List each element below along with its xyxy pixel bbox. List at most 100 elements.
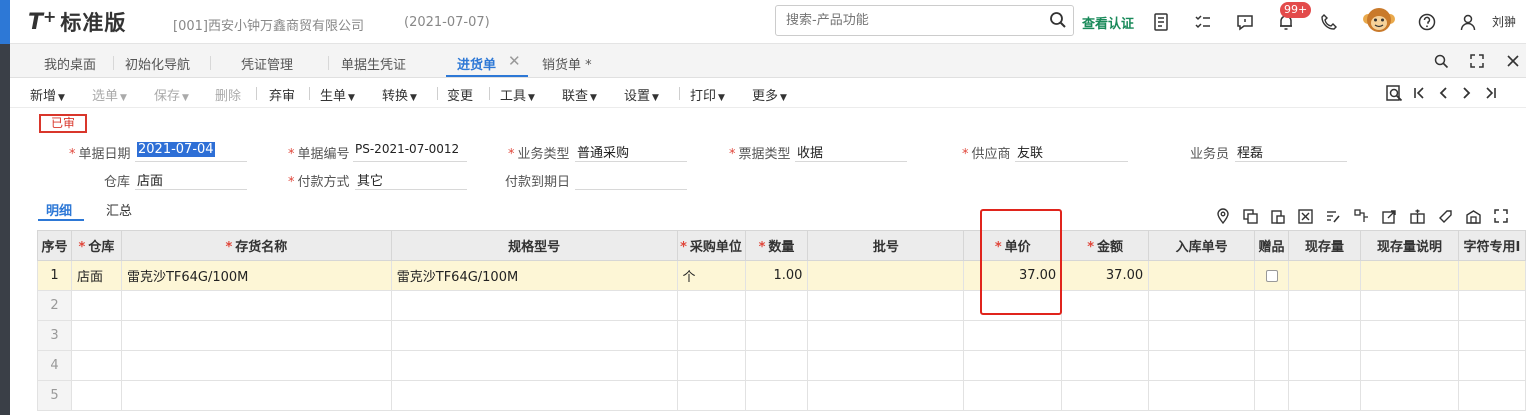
toolbar-generate[interactable]: 生单 ▼ xyxy=(320,85,355,104)
cell-gift[interactable] xyxy=(1254,260,1290,291)
empty-cell[interactable] xyxy=(70,320,122,351)
cell-spec[interactable]: 雷克沙TF64G/100M xyxy=(390,260,678,291)
col-header-unit-price[interactable]: * 单价 xyxy=(963,230,1063,261)
col-header-gift[interactable]: 赠品 xyxy=(1254,230,1290,261)
next-record-icon[interactable] xyxy=(1456,82,1478,104)
tab-desktop[interactable]: 我的桌面 xyxy=(44,54,96,73)
cell-batch[interactable] xyxy=(807,260,965,291)
empty-cell[interactable] xyxy=(1288,290,1361,321)
product-search[interactable] xyxy=(775,5,1074,36)
number-field[interactable]: PS-2021-07-0012 xyxy=(353,142,467,162)
empty-cell[interactable] xyxy=(676,350,746,381)
calculator-icon[interactable] xyxy=(1150,11,1172,33)
tag-icon[interactable] xyxy=(1436,207,1454,225)
expand-icon[interactable] xyxy=(1492,207,1510,225)
task-list-icon[interactable] xyxy=(1192,11,1214,33)
warehouse-field[interactable]: 店面 xyxy=(135,170,247,190)
col-header-custom-char[interactable]: 字符专用Ⅰ xyxy=(1457,230,1526,261)
invoice-type-field[interactable]: 收据 xyxy=(795,142,907,162)
split-icon[interactable] xyxy=(1352,207,1370,225)
empty-cell[interactable] xyxy=(1148,290,1256,321)
clerk-field[interactable]: 程磊 xyxy=(1235,142,1347,162)
close-icon[interactable]: ✕ xyxy=(508,52,521,70)
empty-cell[interactable] xyxy=(676,320,746,351)
empty-cell[interactable] xyxy=(744,320,809,351)
username[interactable]: 刘翀 xyxy=(1492,13,1516,30)
cell-receipt-no[interactable] xyxy=(1148,260,1256,291)
search-input[interactable] xyxy=(776,6,1026,35)
tab-detail[interactable]: 明细 xyxy=(46,200,72,219)
empty-cell[interactable] xyxy=(963,320,1063,351)
empty-cell[interactable] xyxy=(676,380,746,411)
empty-cell[interactable] xyxy=(963,380,1063,411)
last-record-icon[interactable] xyxy=(1480,82,1502,104)
empty-cell[interactable] xyxy=(1148,380,1256,411)
col-header-receipt-no[interactable]: 入库单号 xyxy=(1148,230,1256,261)
paste-row-icon[interactable] xyxy=(1268,207,1286,225)
empty-cell[interactable] xyxy=(676,290,746,321)
cell-unit[interactable]: 个 xyxy=(676,260,746,291)
table-row[interactable]: 2 xyxy=(37,290,1526,321)
toolbar-select-doc[interactable]: 选单 ▼ xyxy=(92,85,127,104)
supplier-field[interactable]: 友联 xyxy=(1015,142,1128,162)
gift-checkbox[interactable] xyxy=(1265,269,1278,282)
close-icon[interactable] xyxy=(1502,50,1524,72)
due-date-field[interactable] xyxy=(575,170,687,190)
empty-cell[interactable] xyxy=(120,350,392,381)
prev-record-icon[interactable] xyxy=(1432,82,1454,104)
empty-cell[interactable] xyxy=(70,350,122,381)
empty-cell[interactable] xyxy=(807,320,965,351)
empty-cell[interactable] xyxy=(390,320,678,351)
location-icon[interactable] xyxy=(1214,207,1232,225)
cell-unit-price[interactable]: 37.00 xyxy=(963,260,1063,291)
empty-cell[interactable] xyxy=(807,380,965,411)
col-header-unit[interactable]: * 采购单位 xyxy=(676,230,746,261)
warehouse-icon[interactable] xyxy=(1464,207,1482,225)
empty-cell[interactable] xyxy=(1457,320,1526,351)
tab-voucher-management[interactable]: 凭证管理 xyxy=(241,54,293,73)
tab-init-guide[interactable]: 初始化导航 xyxy=(125,54,190,73)
delete-row-icon[interactable] xyxy=(1296,207,1314,225)
tab-purchase-order[interactable]: 进货单 xyxy=(457,54,496,73)
empty-cell[interactable] xyxy=(1061,320,1150,351)
table-row[interactable]: 3 xyxy=(37,320,1526,351)
empty-cell[interactable] xyxy=(70,380,122,411)
date-field[interactable]: 2021-07-04 xyxy=(135,142,247,162)
empty-cell[interactable] xyxy=(807,290,965,321)
empty-cell[interactable] xyxy=(744,350,809,381)
col-header-stock[interactable]: 现存量 xyxy=(1288,230,1361,261)
toolbar-new[interactable]: 新增 ▼ xyxy=(30,85,65,104)
biztype-field[interactable]: 普通采购 xyxy=(575,142,687,162)
tab-doc-to-voucher[interactable]: 单据生凭证 xyxy=(341,54,406,73)
empty-cell[interactable] xyxy=(1288,380,1361,411)
empty-cell[interactable] xyxy=(963,350,1063,381)
empty-cell[interactable] xyxy=(1359,380,1459,411)
table-row[interactable]: 1 店面 雷克沙TF64G/100M 雷克沙TF64G/100M 个 1.00 … xyxy=(37,260,1526,291)
empty-cell[interactable] xyxy=(1457,380,1526,411)
table-row[interactable]: 4 xyxy=(37,350,1526,381)
empty-cell[interactable] xyxy=(120,290,392,321)
tab-sales-order[interactable]: 销货单 * xyxy=(542,54,592,73)
document-search-icon[interactable] xyxy=(1383,82,1405,104)
cell-item-name[interactable]: 雷克沙TF64G/100M xyxy=(120,260,392,291)
table-row[interactable]: 5 xyxy=(37,380,1526,411)
col-header-index[interactable]: 序号 xyxy=(37,230,72,261)
search-icon[interactable] xyxy=(1430,50,1452,72)
empty-cell[interactable] xyxy=(1254,290,1290,321)
insert-column-icon[interactable] xyxy=(1408,207,1426,225)
toolbar-unaudit[interactable]: 弃审 xyxy=(269,85,295,104)
toolbar-print[interactable]: 打印 ▼ xyxy=(690,85,725,104)
toolbar-settings[interactable]: 设置 ▼ xyxy=(624,85,659,104)
col-header-warehouse[interactable]: * 仓库 xyxy=(70,230,122,261)
help-icon[interactable] xyxy=(1416,11,1438,33)
toolbar-change[interactable]: 变更 xyxy=(447,85,473,104)
app-logo[interactable]: T + 标准版 xyxy=(28,7,126,37)
payment-method-field[interactable]: 其它 xyxy=(355,170,467,190)
toolbar-save[interactable]: 保存 ▼ xyxy=(154,85,189,104)
empty-cell[interactable] xyxy=(1457,290,1526,321)
monkey-avatar-icon[interactable] xyxy=(1362,5,1396,37)
empty-cell[interactable] xyxy=(1288,320,1361,351)
empty-cell[interactable] xyxy=(1359,350,1459,381)
cell-amount[interactable]: 37.00 xyxy=(1061,260,1150,291)
empty-cell[interactable] xyxy=(1254,380,1290,411)
